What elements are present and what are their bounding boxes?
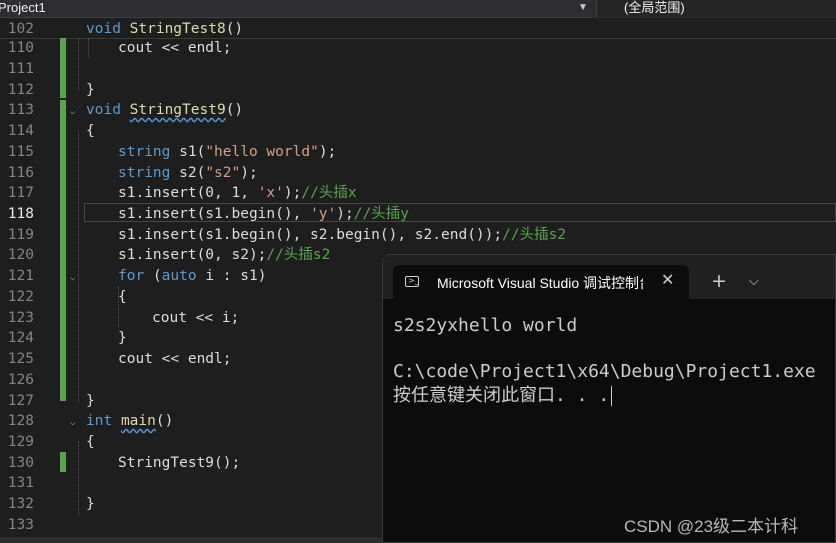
line-number: 116 — [7, 165, 34, 181]
watermark: CSDN @23级二本计科 — [624, 517, 799, 536]
line-number: 119 — [7, 227, 34, 243]
keyword: int — [86, 413, 113, 429]
line-number: 123 — [7, 310, 34, 326]
line-number: 115 — [7, 144, 34, 160]
keyword: string — [118, 165, 171, 181]
comment: //头插s2 — [266, 247, 331, 263]
code-text: s1.insert(s1.begin(), s2.begin(), s2.end… — [118, 227, 503, 243]
code-text: { — [118, 289, 127, 305]
line-number: 120 — [7, 247, 34, 263]
char-literal: 'x' — [257, 185, 284, 201]
code-text: ); — [336, 206, 354, 222]
navigation-bar: Project1 ▼ (全局范围) — [0, 0, 836, 18]
char-literal: 'y' — [310, 206, 337, 222]
chevron-down-icon[interactable]: ⌵ — [749, 275, 759, 288]
line-number: 117 — [7, 185, 34, 201]
function-name: StringTest9 — [129, 102, 226, 118]
fold-toggle-icon[interactable]: ⌵ — [70, 107, 75, 117]
code-text: s1.insert(0, 1, — [118, 185, 258, 201]
project-name: Project1 — [0, 0, 46, 15]
line-number: 125 — [7, 351, 34, 367]
code-text: cout << i; — [152, 310, 240, 326]
code-text: ); — [318, 144, 337, 160]
chevron-down-icon[interactable]: ▼ — [578, 2, 588, 13]
line-number: 130 — [7, 455, 34, 471]
code-text: cout << endl; — [118, 40, 232, 56]
keyword: string — [118, 144, 171, 160]
text-cursor — [611, 386, 613, 406]
debug-console-window[interactable]: >_ Microsoft Visual Studio 调试控制台 ✕ + ⌵ s… — [382, 254, 836, 543]
keyword: void — [86, 102, 121, 118]
code-text: { — [86, 123, 95, 139]
line-number: 122 — [7, 289, 34, 305]
new-tab-button[interactable]: + — [711, 272, 727, 291]
code-text: StringTest9(); — [118, 455, 241, 471]
terminal-tab[interactable]: >_ Microsoft Visual Studio 调试控制台 ✕ — [393, 265, 689, 299]
console-output-line: C:\code\Project1\x64\Debug\Project1.exe — [393, 361, 816, 382]
terminal-tab-bar: >_ Microsoft Visual Studio 调试控制台 ✕ + ⌵ — [383, 255, 835, 299]
line-number: 131 — [7, 475, 34, 491]
code-text: cout << endl; — [118, 351, 232, 367]
code-text: s1( — [170, 144, 206, 160]
code-text: s1.insert(0, s2); — [118, 247, 267, 263]
sticky-scroll-header[interactable]: 102 void StringTest8() — [0, 19, 836, 39]
fold-toggle-icon[interactable]: ⌵ — [70, 418, 75, 428]
keyword: auto — [161, 268, 197, 284]
line-number: 126 — [7, 372, 34, 388]
line-number: 114 — [7, 123, 34, 139]
string-literal: "hello world" — [205, 144, 319, 160]
line-number: 121 — [7, 268, 34, 284]
console-output-line: 按任意键关闭此窗口. . . — [393, 385, 610, 406]
line-number: 128 — [7, 413, 34, 429]
keyword: for — [118, 268, 145, 284]
keyword: void — [86, 21, 121, 37]
code-text: } — [86, 82, 95, 98]
code-text: ); — [240, 165, 258, 181]
line-number: 113 — [7, 102, 34, 118]
code-text: s2( — [170, 165, 206, 181]
scope-label: (全局范围) — [624, 0, 685, 15]
function-name: main — [120, 413, 156, 429]
line-number: 129 — [7, 434, 34, 450]
code-text: } — [86, 496, 95, 512]
console-output-line: s2s2yxhello world — [393, 315, 578, 336]
comment: //头插y — [353, 206, 409, 222]
line-number: 127 — [7, 393, 34, 409]
code-text: } — [118, 330, 127, 346]
terminal-icon: >_ — [405, 276, 419, 287]
code-text: } — [86, 393, 95, 409]
code-text: () — [155, 413, 174, 429]
line-number: 111 — [7, 61, 34, 77]
line-number: 112 — [7, 82, 34, 98]
string-literal: "s2" — [205, 165, 241, 181]
line-number: 132 — [7, 496, 34, 512]
comment: //头插x — [301, 185, 357, 201]
code-text: i : s1) — [196, 268, 267, 284]
current-line-number: 118 — [7, 206, 34, 222]
code-text: ( — [144, 268, 162, 284]
project-dropdown[interactable]: Project1 ▼ — [0, 0, 592, 18]
status-bar — [0, 537, 382, 543]
function-name: StringTest8 — [129, 21, 226, 37]
line-number: 110 — [7, 40, 34, 56]
code-text: ); — [283, 185, 302, 201]
code-text: () — [225, 21, 244, 37]
terminal-tab-title: Microsoft Visual Studio 调试控制台 — [437, 275, 643, 291]
close-icon[interactable]: ✕ — [661, 270, 674, 289]
comment: //头插s2 — [502, 227, 567, 243]
fold-toggle-icon[interactable]: ⌵ — [70, 273, 75, 283]
code-text: { — [86, 434, 95, 450]
code-text: s1.insert(s1.begin(), — [118, 206, 311, 222]
line-number: 124 — [7, 330, 34, 346]
code-text: () — [225, 102, 244, 118]
line-number: 102 — [7, 21, 34, 37]
line-number: 133 — [7, 517, 34, 533]
